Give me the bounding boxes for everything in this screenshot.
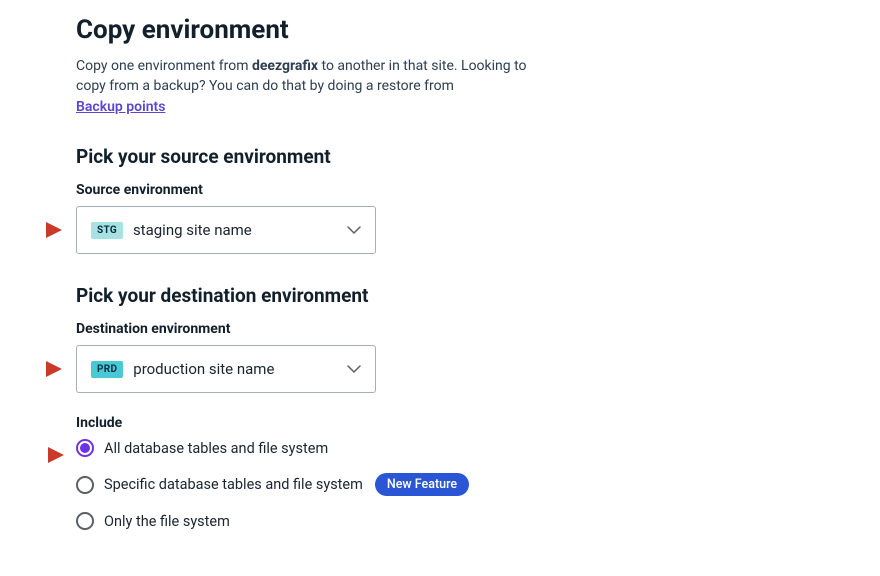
radio-label: Specific database tables and file system: [104, 476, 363, 493]
radio-label: Only the file system: [104, 513, 230, 530]
intro-text: Copy one environment from deezgrafix to …: [76, 57, 596, 96]
chevron-down-icon: [347, 226, 361, 234]
destination-heading: Pick your destination environment: [76, 284, 880, 307]
intro-prefix: Copy one environment from: [76, 58, 252, 74]
intro-line2: copy from a backup? You can do that by d…: [76, 78, 454, 94]
backup-points-link[interactable]: Backup points: [76, 99, 165, 115]
prd-badge: PRD: [91, 361, 123, 378]
new-feature-badge: New Feature: [375, 473, 469, 496]
radio-option-specific[interactable]: Specific database tables and file system…: [76, 473, 880, 496]
include-label: Include: [76, 415, 880, 431]
source-select-value: staging site name: [133, 221, 347, 239]
annotation-arrow-icon: [46, 222, 62, 238]
annotation-arrow-icon: [46, 361, 62, 377]
radio-button-icon: [76, 439, 94, 457]
source-heading: Pick your source environment: [76, 145, 880, 168]
include-radio-group: All database tables and file system Spec…: [76, 439, 880, 530]
radio-option-all[interactable]: All database tables and file system: [76, 439, 880, 457]
intro-suffix: to another in that site. Looking to: [318, 58, 527, 74]
page-title: Copy environment: [76, 15, 880, 45]
radio-button-icon: [76, 512, 94, 530]
radio-button-icon: [76, 476, 94, 494]
source-environment-select[interactable]: STG staging site name: [76, 206, 376, 254]
dest-select-value: production site name: [133, 360, 347, 378]
radio-option-files-only[interactable]: Only the file system: [76, 512, 880, 530]
source-env-label: Source environment: [76, 182, 880, 198]
radio-label: All database tables and file system: [104, 440, 328, 457]
annotation-arrow-icon: [48, 447, 64, 463]
site-name: deezgrafix: [252, 58, 318, 74]
stg-badge: STG: [91, 222, 123, 239]
destination-environment-select[interactable]: PRD production site name: [76, 345, 376, 393]
chevron-down-icon: [347, 365, 361, 373]
dest-env-label: Destination environment: [76, 321, 880, 337]
